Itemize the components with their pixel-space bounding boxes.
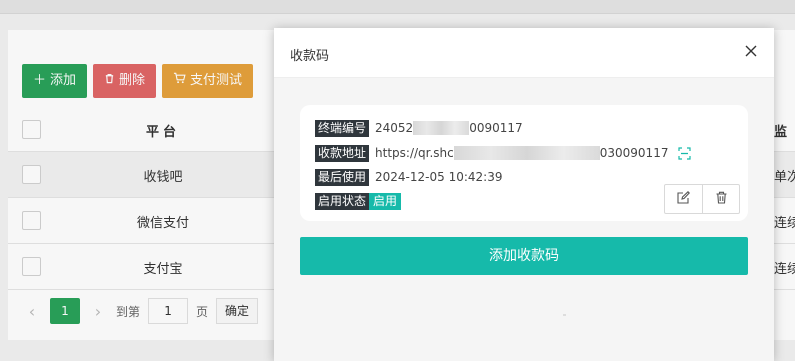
redaction-mask xyxy=(453,146,600,160)
close-icon[interactable] xyxy=(742,42,760,60)
scan-icon[interactable] xyxy=(678,146,692,160)
terminal-id-label: 终端编号 xyxy=(315,119,370,137)
edit-icon xyxy=(677,190,690,208)
pay-url-value: https://qr.shc 030090117 xyxy=(375,146,692,160)
qr-code-dialog: 收款码 终端编号 24052 0090117 收款地址 https://qr.sh… xyxy=(274,28,774,361)
enabled-status-badge: 启用 xyxy=(369,192,402,210)
enabled-status-label: 启用状态 xyxy=(315,192,370,210)
terminal-id-suffix: 0090117 xyxy=(469,121,523,135)
redaction-mask xyxy=(413,121,470,135)
dialog-title: 收款码 xyxy=(290,49,330,64)
last-used-value: 2024-12-05 10:42:39 xyxy=(375,170,503,184)
last-used-row: 最后使用 2024-12-05 10:42:39 xyxy=(315,168,502,186)
card-actions xyxy=(664,184,740,214)
terminal-id-value: 24052 0090117 xyxy=(375,121,523,135)
qr-code-card: 终端编号 24052 0090117 收款地址 https://qr.shc 030… xyxy=(300,105,748,221)
terminal-id-row: 终端编号 24052 0090117 xyxy=(315,119,523,137)
enabled-status-row: 启用状态 启用 xyxy=(315,192,402,210)
remove-button[interactable] xyxy=(702,185,739,213)
trash-icon xyxy=(715,191,728,208)
decorative-dot xyxy=(563,314,566,316)
dialog-body: 终端编号 24052 0090117 收款地址 https://qr.shc 030… xyxy=(274,78,774,361)
edit-button[interactable] xyxy=(665,185,702,213)
pay-url-label: 收款地址 xyxy=(315,144,370,162)
dialog-header: 收款码 xyxy=(274,28,774,78)
pay-url-prefix: https://qr.shc xyxy=(375,146,454,160)
terminal-id-prefix: 24052 xyxy=(375,121,414,135)
last-used-label: 最后使用 xyxy=(315,168,370,186)
pay-url-row: 收款地址 https://qr.shc 030090117 xyxy=(315,144,692,162)
pay-url-suffix: 030090117 xyxy=(599,146,669,160)
add-qr-code-button[interactable]: 添加收款码 xyxy=(300,237,748,275)
